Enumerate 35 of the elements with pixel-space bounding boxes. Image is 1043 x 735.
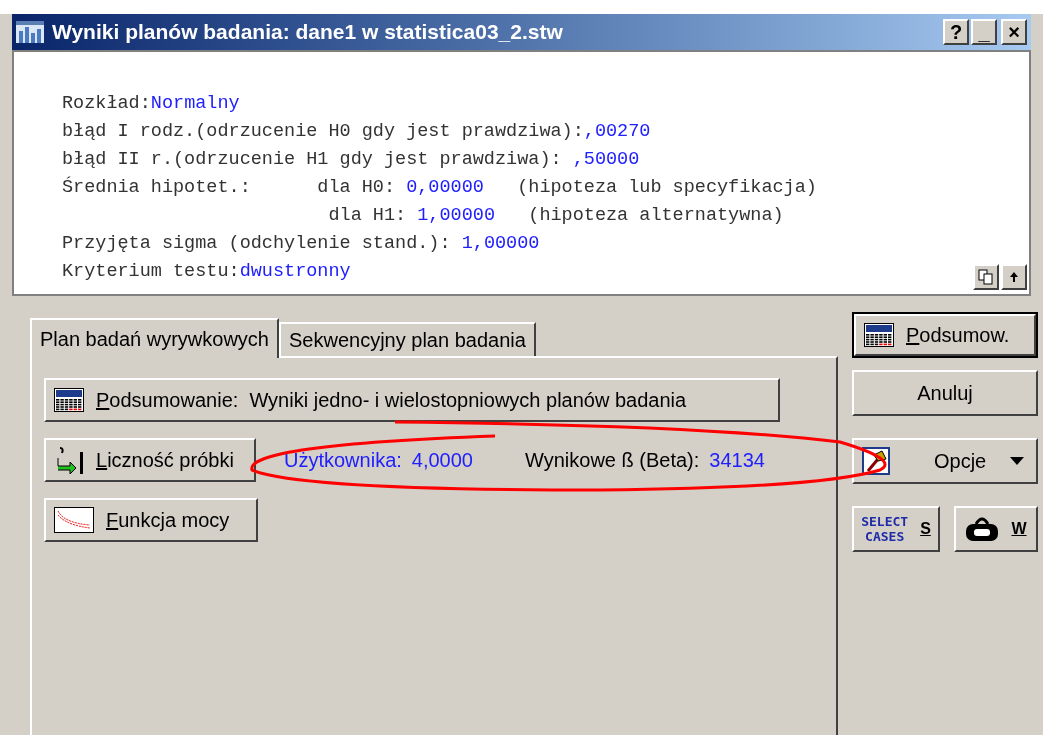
report-line: dla H1: 1,00000 (hipoteza alternatywna) [327, 204, 784, 228]
dropdown-arrow-icon [1010, 457, 1024, 465]
spreadsheet-icon [54, 388, 84, 412]
user-label: Użytkownika: [284, 448, 402, 473]
copy-button[interactable] [973, 264, 999, 290]
summary-button[interactable]: Podsumowanie: Wyniki jedno- i wielostopniowych planów badania [44, 378, 780, 422]
report-line: błąd II r.(odrzucenie H1 gdy jest prawdziwa): ,50000 [62, 148, 640, 172]
cancel-button[interactable]: Anuluj [852, 370, 1038, 416]
options-button[interactable]: Opcje [852, 438, 1038, 484]
beta-value: 34134 [709, 448, 765, 473]
report-line: Przyjęta sigma (odchylenie stand.): 1,00000 [62, 232, 540, 256]
expand-button[interactable] [1001, 264, 1027, 290]
tab[interactable]: Sekwencyjny plan badania [279, 322, 536, 356]
curve-chart-icon [54, 507, 94, 533]
report-line: Kryterium testu:dwustronny [62, 260, 351, 284]
sample-size-button[interactable]: Liczność próbki [44, 438, 256, 482]
spreadsheet-icon [864, 323, 894, 347]
weight-button[interactable]: W [954, 506, 1038, 552]
beta-label: Wynikowe ß (Beta): [525, 448, 700, 473]
minimize-button[interactable]: _ [971, 19, 997, 45]
close-button[interactable]: × [1001, 19, 1027, 45]
weight-icon [965, 516, 1000, 542]
summary-button[interactable]: Podsumow. [854, 314, 1036, 356]
power-function-button[interactable]: Funkcja mocy [44, 498, 258, 542]
help-button[interactable]: ? [943, 19, 969, 45]
window-title: Wyniki planów badania: dane1 w statistica03_2.stw [52, 19, 563, 46]
arrow-into-bar-icon [54, 446, 84, 474]
app-icon [16, 21, 44, 43]
report-line: Rozkład:Normalny [62, 92, 240, 116]
report-line: Średnia hipotet.: dla H0: 0,00000 (hipoteza lub specyfikacja) [62, 175, 817, 200]
user-value: 4,0000 [411, 448, 473, 473]
report-line: błąd I rodz.(odrzucenie H0 gdy jest prawdziwa):,00270 [62, 120, 651, 144]
up-arrow-icon [1009, 271, 1019, 283]
copy-icon [978, 269, 994, 285]
tab[interactable]: Plan badań wyrywkowych [30, 318, 279, 358]
